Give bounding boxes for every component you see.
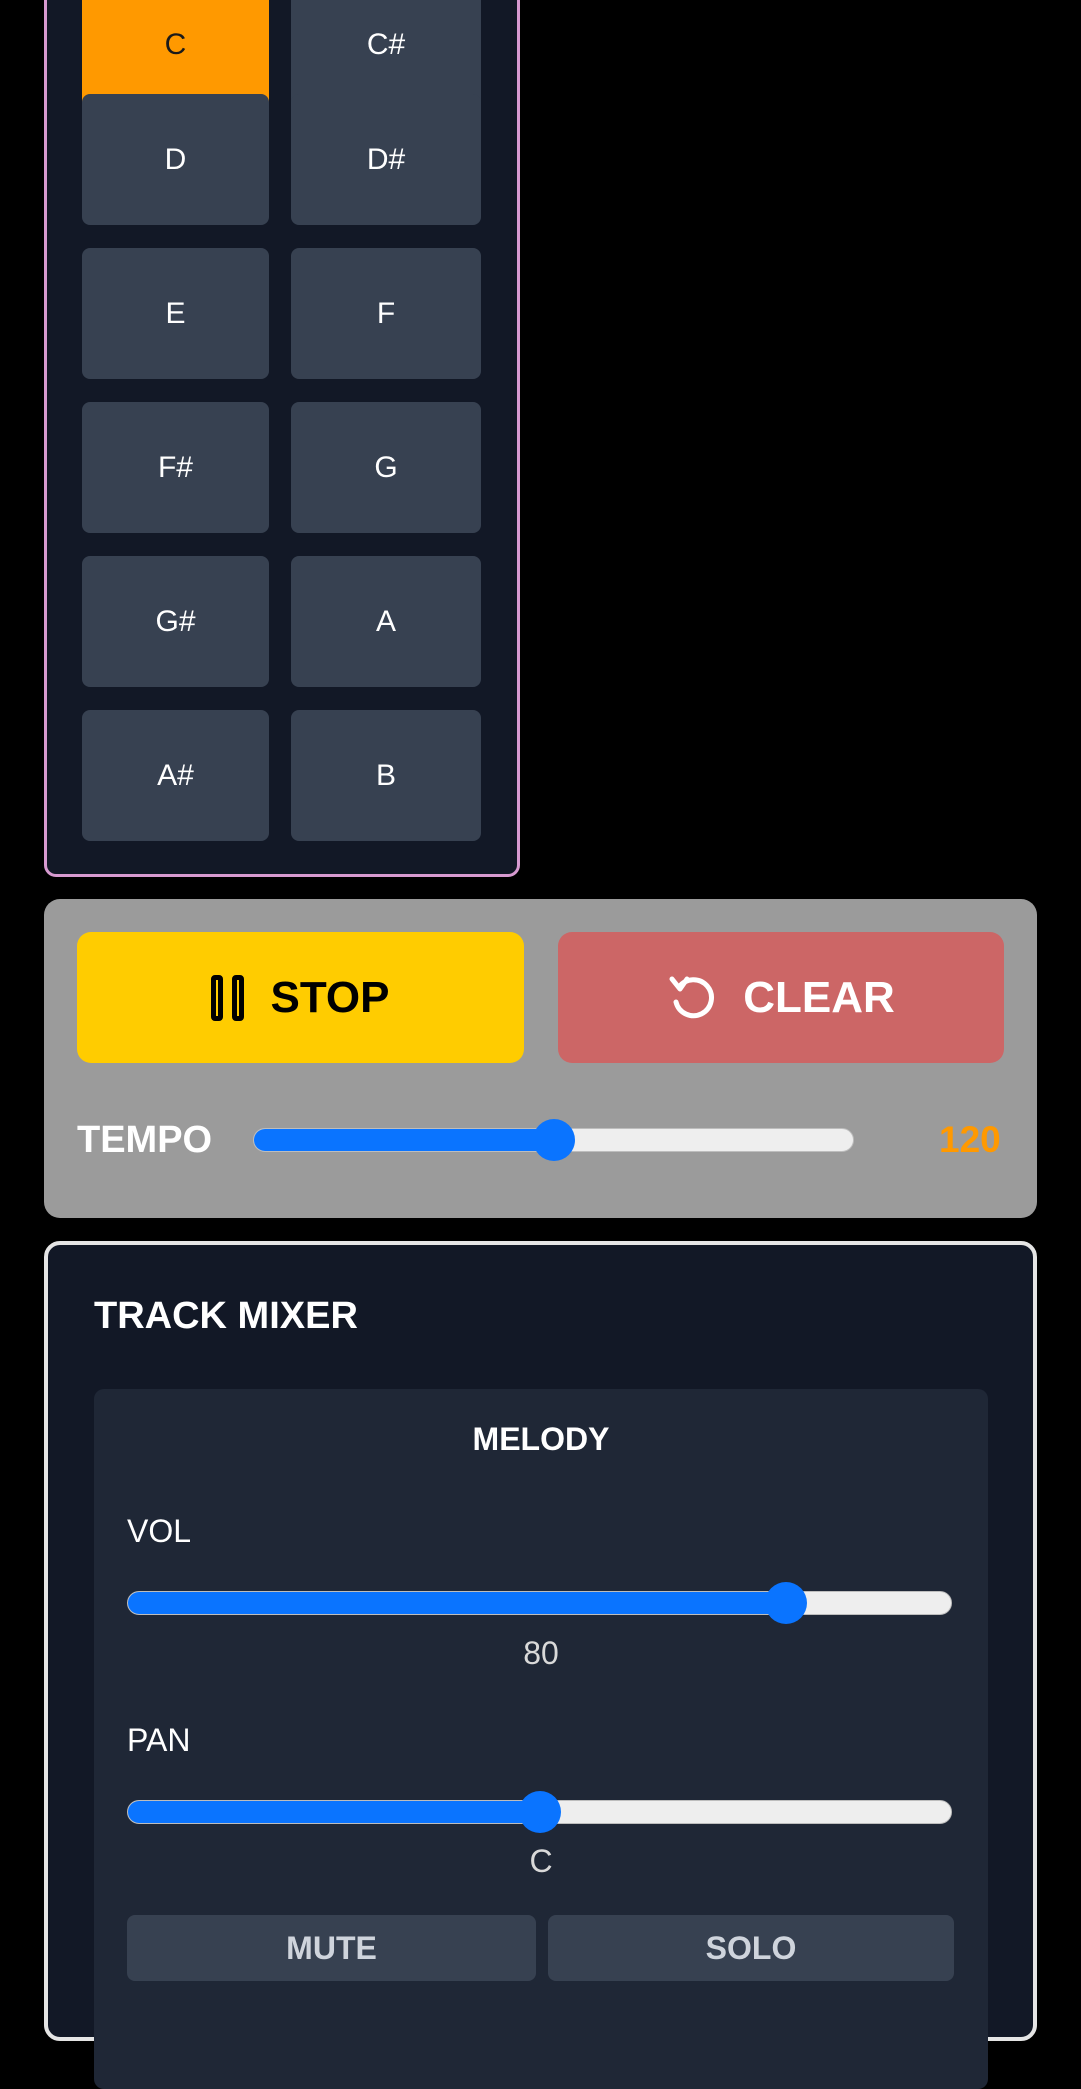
mute-button[interactable]: MUTE — [127, 1915, 536, 1981]
transport-panel: STOP CLEAR TEMPO 120 — [44, 899, 1037, 1218]
pan-value: C — [529, 1843, 553, 1879]
volume-label: VOL — [127, 1513, 192, 1549]
volume-value: 80 — [523, 1635, 559, 1671]
note-key-d[interactable]: D — [82, 94, 269, 225]
note-key-e[interactable]: E — [82, 248, 269, 379]
tempo-slider-fill — [254, 1129, 554, 1151]
note-key-f[interactable]: F — [291, 248, 481, 379]
reset-icon — [669, 976, 715, 1018]
note-key-a-sharp[interactable]: A# — [82, 710, 269, 841]
pan-label: PAN — [127, 1722, 191, 1758]
pan-slider[interactable] — [127, 1791, 952, 1833]
track-card-melody: MELODY VOL 80 PAN C MUTE SOLO — [94, 1389, 988, 2089]
note-key-g[interactable]: G — [291, 402, 481, 533]
volume-slider-thumb[interactable] — [765, 1582, 808, 1624]
track-mixer-panel: TRACK MIXER MELODY VOL 80 PAN C MUTE SOL… — [44, 1241, 1037, 2089]
note-grid-panel: C C# D D# E F F# G G# A A# B — [44, 0, 520, 877]
volume-slider[interactable] — [127, 1582, 952, 1624]
note-key-f-sharp[interactable]: F# — [82, 402, 269, 533]
track-name: MELODY — [472, 1421, 610, 1457]
solo-button[interactable]: SOLO — [548, 1915, 954, 1981]
stop-button-label: STOP — [270, 972, 390, 1022]
note-key-d-sharp[interactable]: D# — [291, 94, 481, 225]
volume-slider-fill — [128, 1592, 787, 1614]
stop-button[interactable]: STOP — [77, 932, 524, 1063]
clear-button-label: CLEAR — [743, 972, 895, 1022]
note-key-g-sharp[interactable]: G# — [82, 556, 269, 687]
pan-slider-thumb[interactable] — [518, 1791, 561, 1833]
note-key-b[interactable]: B — [291, 710, 481, 841]
pan-slider-fill — [128, 1801, 540, 1823]
clear-button[interactable]: CLEAR — [558, 932, 1004, 1063]
pause-icon — [211, 974, 245, 1021]
mixer-title: TRACK MIXER — [94, 1295, 358, 1337]
tempo-slider[interactable] — [253, 1119, 854, 1161]
tempo-label: TEMPO — [77, 1119, 213, 1161]
note-key-a[interactable]: A — [291, 556, 481, 687]
tempo-value: 120 — [939, 1119, 1001, 1160]
tempo-slider-thumb[interactable] — [532, 1119, 575, 1161]
